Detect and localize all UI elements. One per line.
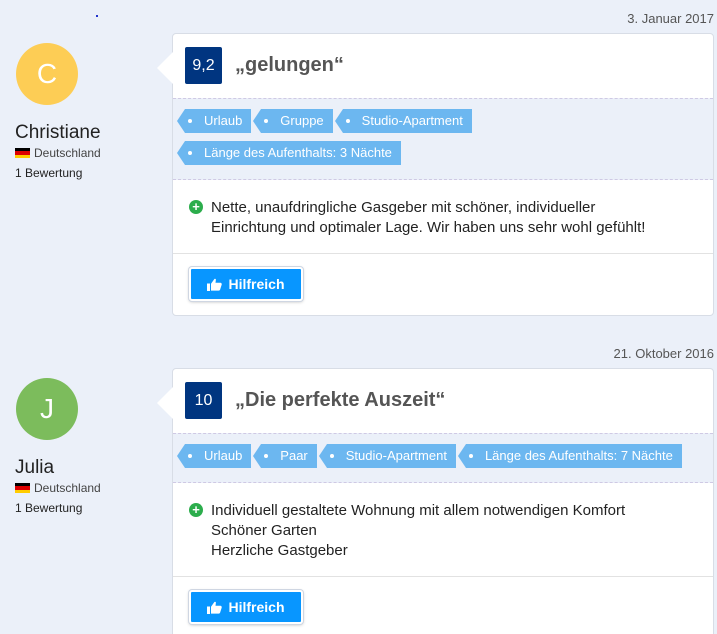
review-footer: Hilfreich <box>173 577 713 634</box>
tag: Paar <box>253 444 317 468</box>
review-positive: + Nette, unaufdringliche Gasgeber mit sc… <box>173 180 713 254</box>
score-badge: 9,2 <box>185 47 222 84</box>
review-card: 9,2 „gelungen“ Urlaub Gruppe Studio-Apar… <box>157 33 714 316</box>
tag: Studio-Apartment <box>334 109 472 133</box>
review-date: 21. Oktober 2016 <box>613 346 714 361</box>
tag: Länge des Aufenthalts: 7 Nächte <box>457 444 682 468</box>
review-tags: Urlaub Gruppe Studio-Apartment Länge des… <box>173 98 713 180</box>
card-pointer <box>157 52 173 84</box>
country-label: Deutschland <box>34 481 101 495</box>
review-card: 10 „Die perfekte Auszeit“ Urlaub Paar St… <box>157 368 714 634</box>
review-title: „Die perfekte Auszeit“ <box>235 389 446 411</box>
helpful-label: Hilfreich <box>228 276 285 292</box>
avatar: J <box>16 378 78 440</box>
plus-icon: + <box>189 503 203 517</box>
reviewer-country: Deutschland <box>15 481 101 495</box>
review-footer: Hilfreich <box>173 254 713 315</box>
positive-line: Nette, unaufdringliche Gasgeber mit schö… <box>211 199 596 216</box>
review-tags: Urlaub Paar Studio-Apartment Länge des A… <box>173 433 713 483</box>
tag: Urlaub <box>176 109 252 133</box>
tag: Gruppe <box>253 109 333 133</box>
thumbs-up-icon <box>207 601 223 614</box>
review-count: 1 Bewertung <box>15 166 83 180</box>
helpful-button[interactable]: Hilfreich <box>189 267 303 301</box>
review-positive: + Individuell gestaltete Wohnung mit all… <box>173 483 713 577</box>
review-header: 9,2 „gelungen“ <box>173 34 713 98</box>
review-title: „gelungen“ <box>235 54 344 76</box>
country-label: Deutschland <box>34 146 101 160</box>
reviewer-name: Christiane <box>15 122 101 143</box>
positive-line: Herzliche Gastgeber <box>211 542 348 559</box>
score-badge: 10 <box>185 382 222 419</box>
tag: Urlaub <box>176 444 252 468</box>
card-pointer <box>157 387 173 419</box>
helpful-button[interactable]: Hilfreich <box>189 590 303 624</box>
positive-line: Individuell gestaltete Wohnung mit allem… <box>211 502 626 519</box>
tag: Länge des Aufenthalts: 3 Nächte <box>177 141 401 165</box>
stray-dot <box>96 15 98 17</box>
avatar: C <box>16 43 78 105</box>
helpful-label: Hilfreich <box>228 599 285 615</box>
plus-icon: + <box>189 200 203 214</box>
germany-flag-icon <box>15 148 30 158</box>
review-header: 10 „Die perfekte Auszeit“ <box>173 369 713 433</box>
reviewer-name: Julia <box>15 457 55 478</box>
review-date: 3. Januar 2017 <box>627 11 714 26</box>
positive-line: Schöner Garten <box>211 522 317 539</box>
review-count: 1 Bewertung <box>15 501 83 515</box>
reviewer-country: Deutschland <box>15 146 101 160</box>
tag: Studio-Apartment <box>318 444 456 468</box>
germany-flag-icon <box>15 483 30 493</box>
thumbs-up-icon <box>207 278 223 291</box>
positive-line: Einrichtung und optimaler Lage. Wir habe… <box>211 219 646 236</box>
